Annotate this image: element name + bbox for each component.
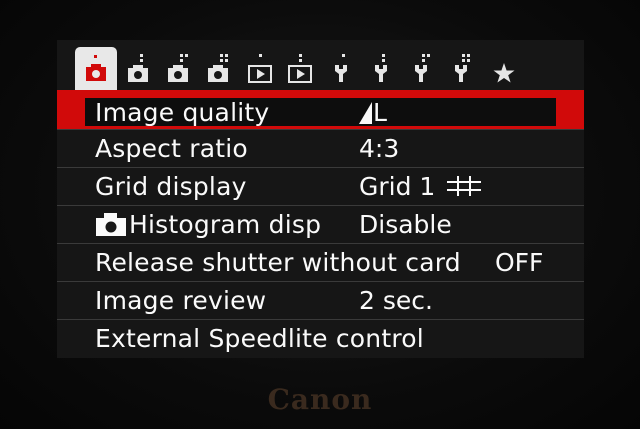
tab-shooting-2[interactable] bbox=[123, 54, 153, 84]
playback-icon bbox=[248, 54, 272, 83]
tab-my-menu[interactable] bbox=[489, 54, 519, 84]
menu-item-value: Disable bbox=[359, 210, 452, 239]
menu-item-label: External Speedlite control bbox=[95, 324, 424, 353]
menu-item-label: Image review bbox=[95, 286, 267, 315]
wrench-icon bbox=[375, 54, 387, 82]
playback-icon bbox=[288, 54, 312, 83]
menu-item-value: 4:3 bbox=[359, 134, 400, 163]
tab-shooting-3[interactable] bbox=[163, 54, 193, 84]
brand-logo: Canon bbox=[267, 383, 373, 416]
tab-setup-1[interactable] bbox=[327, 54, 357, 84]
wrench-icon bbox=[335, 54, 347, 82]
menu-item-image-review[interactable]: Image review 2 sec. bbox=[57, 282, 584, 320]
quality-fine-icon bbox=[359, 102, 372, 124]
menu-item-grid-display[interactable]: Grid display Grid 1 bbox=[57, 168, 584, 206]
menu-item-value: OFF bbox=[495, 248, 544, 277]
tab-setup-4[interactable] bbox=[447, 54, 477, 84]
menu-item-value: Grid 1 bbox=[359, 168, 482, 206]
menu-item-value: 2 sec. bbox=[359, 286, 433, 315]
menu-item-label: Grid display bbox=[95, 172, 247, 201]
camera-icon bbox=[86, 54, 106, 81]
camera-icon bbox=[96, 213, 126, 236]
tab-setup-3[interactable] bbox=[407, 54, 437, 84]
tab-playback-1[interactable] bbox=[245, 54, 275, 84]
menu-item-external-speedlite-control[interactable]: External Speedlite control bbox=[57, 320, 584, 358]
menu-item-histogram-disp[interactable]: Histogram disp Disable bbox=[57, 206, 584, 244]
menu-item-image-quality[interactable]: Image quality L bbox=[57, 95, 584, 130]
camera-icon bbox=[128, 54, 148, 82]
menu-tab-bar bbox=[57, 40, 584, 92]
tab-shooting-4[interactable] bbox=[203, 54, 233, 84]
wrench-icon bbox=[415, 54, 430, 82]
camera-icon bbox=[208, 54, 228, 82]
menu-list: Image quality L Aspect ratio 4:3 Grid di… bbox=[57, 95, 584, 358]
tab-playback-2[interactable] bbox=[285, 54, 315, 84]
menu-item-aspect-ratio[interactable]: Aspect ratio 4:3 bbox=[57, 130, 584, 168]
menu-item-release-shutter-without-card[interactable]: Release shutter without card OFF bbox=[57, 244, 584, 282]
star-icon bbox=[493, 63, 515, 83]
tab-shooting-1[interactable] bbox=[75, 47, 117, 92]
menu-item-label: Release shutter without card bbox=[95, 248, 461, 277]
menu-item-value: L bbox=[359, 95, 387, 130]
menu-item-label: Aspect ratio bbox=[95, 134, 248, 163]
camera-menu-screen: Image quality L Aspect ratio 4:3 Grid di… bbox=[57, 40, 584, 358]
camera-icon bbox=[168, 54, 188, 82]
grid-icon bbox=[447, 176, 482, 196]
wrench-icon bbox=[455, 54, 470, 82]
menu-item-label: Image quality bbox=[95, 98, 270, 127]
menu-item-label: Histogram disp bbox=[95, 206, 321, 244]
tab-setup-2[interactable] bbox=[367, 54, 397, 84]
